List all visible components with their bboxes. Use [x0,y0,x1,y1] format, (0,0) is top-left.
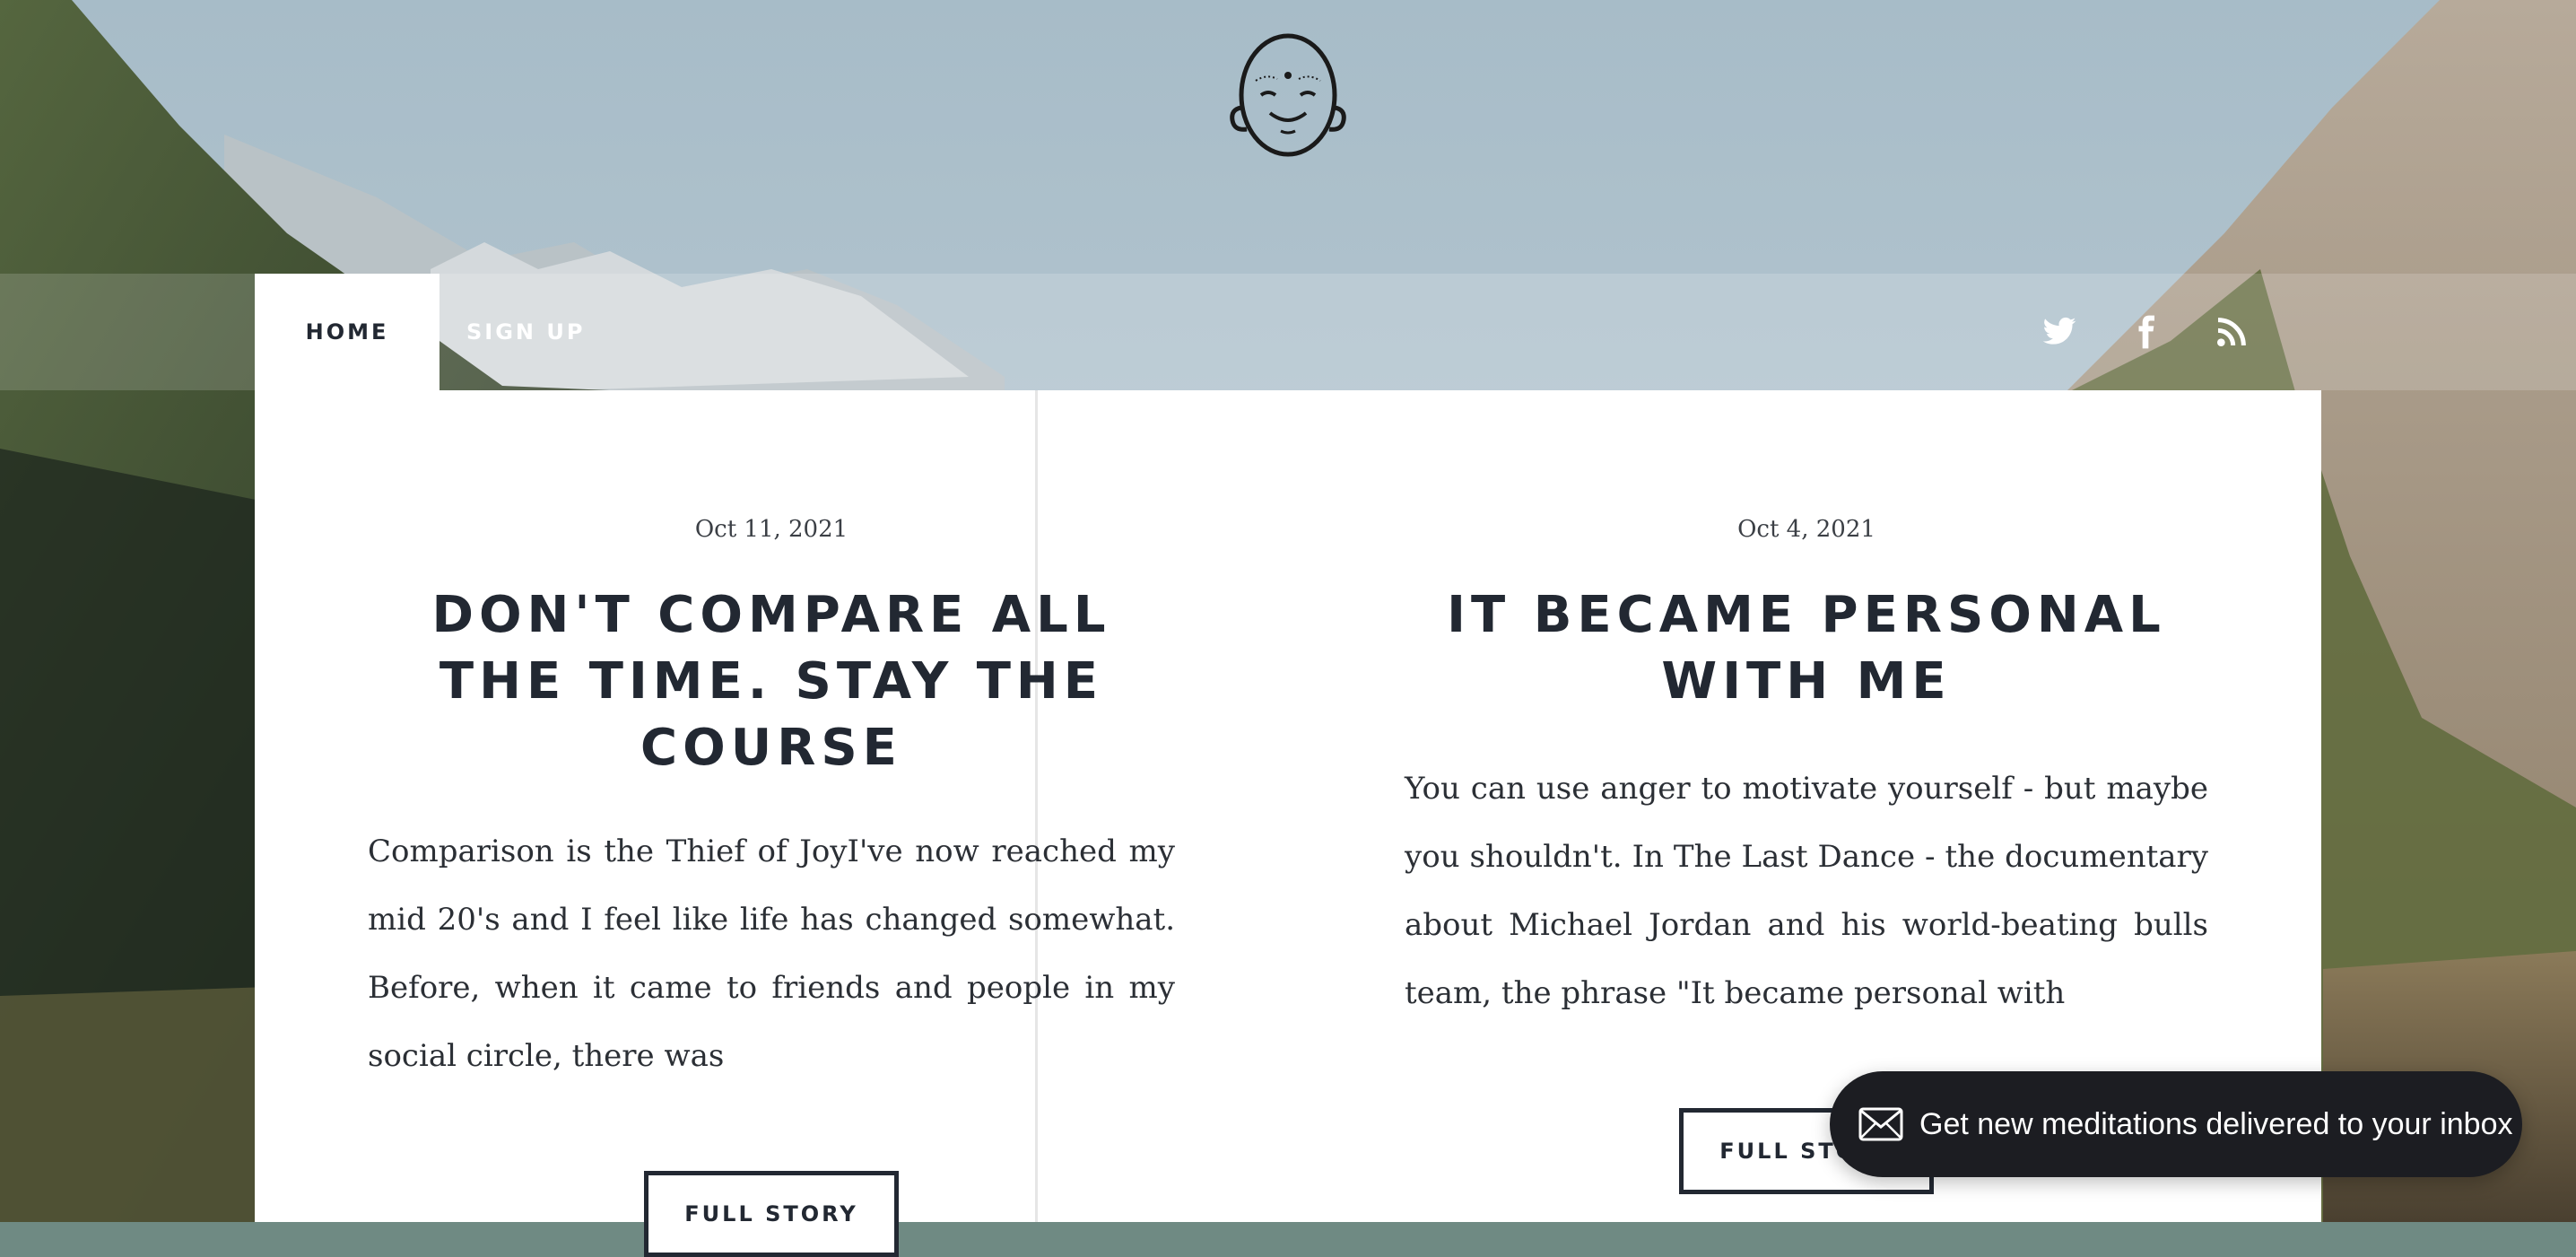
post-title[interactable]: Don't compare all the time. Stay the cou… [368,582,1175,781]
tab-home[interactable]: Home [255,274,439,390]
post-card: Oct 11, 2021 Don't compare all the time.… [368,390,1175,1257]
rss-icon[interactable] [2214,314,2250,350]
envelope-icon [1858,1107,1903,1141]
post-excerpt: You can use anger to motivate yourself -… [1405,771,2208,1011]
buddha-face-logo-icon[interactable] [1225,27,1351,160]
post-date: Oct 4, 2021 [1737,516,1875,543]
twitter-icon[interactable] [2041,314,2077,350]
full-story-button[interactable]: Full story [644,1171,899,1257]
subscribe-button[interactable]: Get new meditations delivered to your in… [1830,1071,2522,1177]
post-title[interactable]: It became personal with me [1405,582,2208,715]
post-date: Oct 11, 2021 [694,516,849,543]
facebook-icon[interactable] [2128,314,2163,350]
post-excerpt: Comparison is the Thief of JoyI've now r… [368,834,1175,1074]
subscribe-label: Get new meditations delivered to your in… [1919,1106,2513,1141]
tab-sign-up[interactable]: Sign up [466,274,628,390]
